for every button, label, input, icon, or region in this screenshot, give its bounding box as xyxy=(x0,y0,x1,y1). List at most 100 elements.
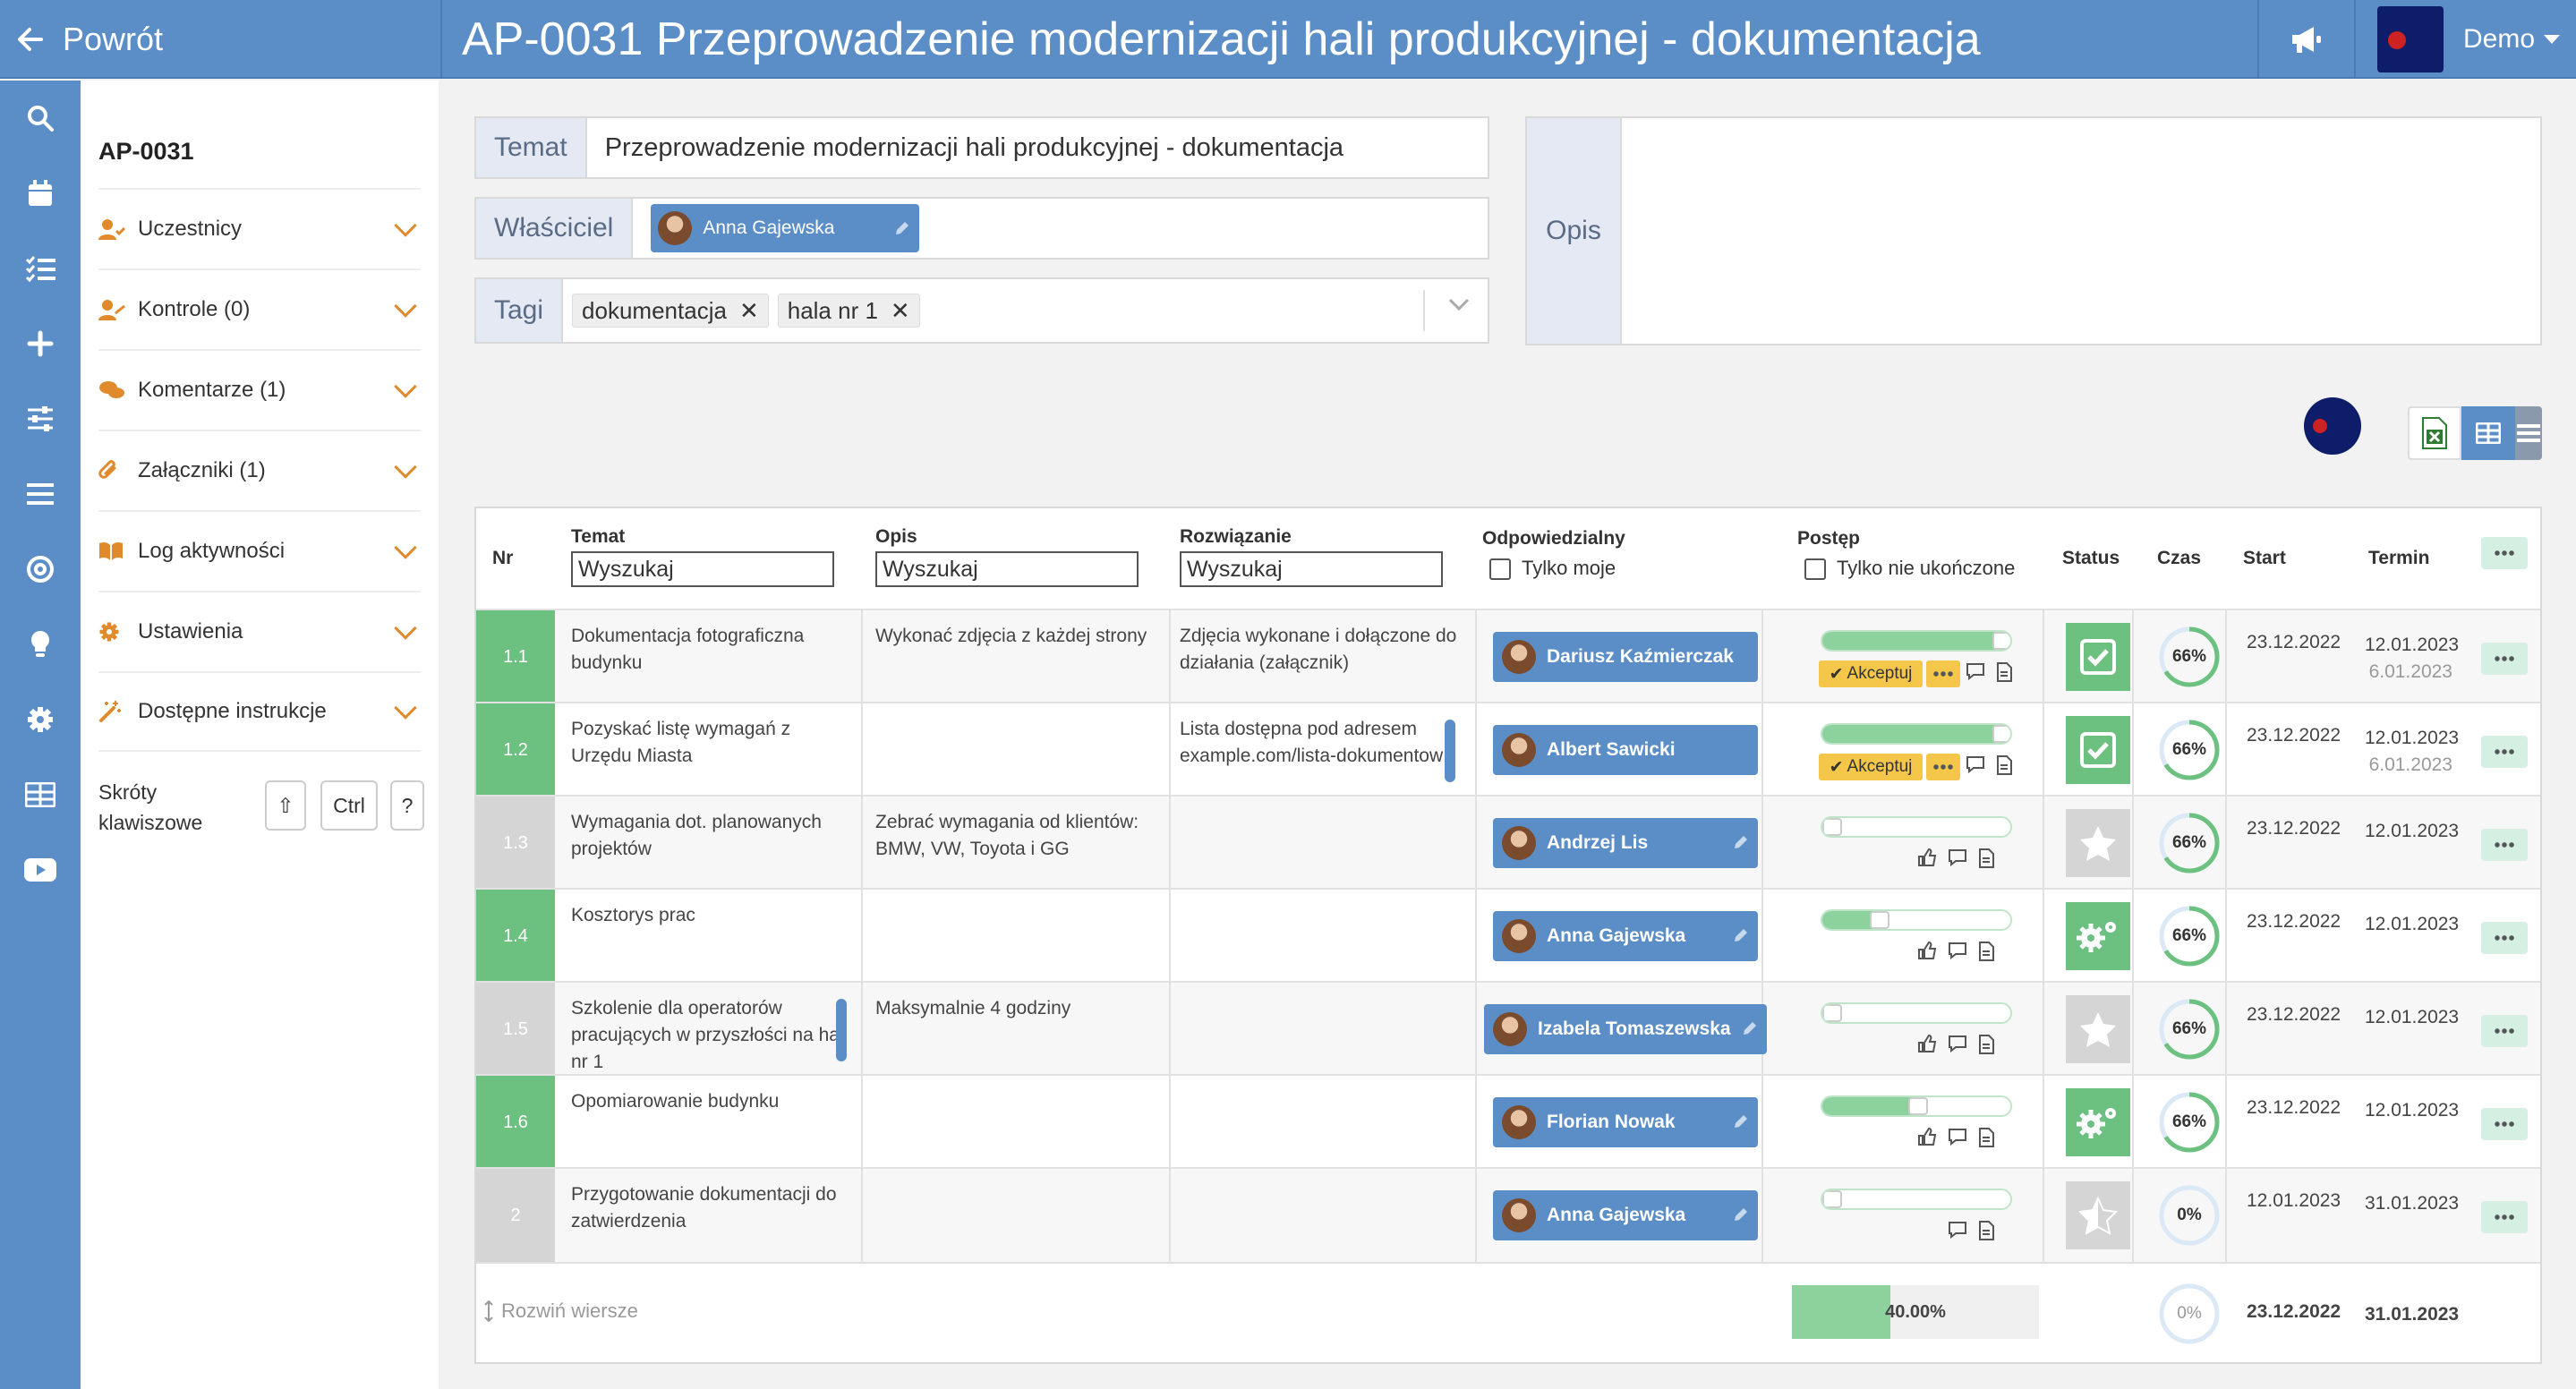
row-options-button[interactable] xyxy=(2481,1015,2528,1047)
target-nav-button[interactable] xyxy=(0,532,81,607)
tag-chip[interactable]: hala nr 1 ✕ xyxy=(777,294,920,328)
responsible-chip[interactable]: Dariusz Kaźmierczak xyxy=(1493,632,1758,682)
grid-view-button[interactable] xyxy=(2461,406,2515,460)
pencil-icon[interactable] xyxy=(1733,834,1749,850)
chat-icon[interactable] xyxy=(1966,662,1985,680)
solution-search-input[interactable] xyxy=(1180,551,1443,587)
document-icon[interactable] xyxy=(1996,755,2012,775)
thumbs-up-icon[interactable] xyxy=(1917,1128,1937,1146)
section-comments[interactable]: Komentarze (1) xyxy=(98,349,421,430)
document-icon[interactable] xyxy=(1978,848,1994,868)
list-view-button[interactable] xyxy=(2515,406,2542,460)
row-subject[interactable]: Opomiarowanie budynku xyxy=(571,1088,849,1115)
section-settings[interactable]: Ustawienia xyxy=(98,591,421,671)
pencil-icon[interactable] xyxy=(1733,1206,1749,1223)
table-nav-button[interactable] xyxy=(0,757,81,832)
responsible-chip[interactable]: Andrzej Lis xyxy=(1493,818,1758,868)
accept-button[interactable]: ✔ Akceptuj xyxy=(1819,660,1923,687)
remove-tag-icon[interactable]: ✕ xyxy=(739,297,759,325)
filters-nav-button[interactable] xyxy=(0,381,81,456)
table-row[interactable]: 2 Przygotowanie dokumentacji do zatwierdz… xyxy=(476,1167,2540,1262)
status-in-progress-button[interactable] xyxy=(2066,902,2130,970)
pencil-icon[interactable] xyxy=(1733,1113,1749,1129)
chat-icon[interactable] xyxy=(1948,1221,1967,1239)
chat-icon[interactable] xyxy=(1948,1035,1967,1052)
document-icon[interactable] xyxy=(1978,1221,1994,1240)
row-solution[interactable]: Zdjęcia wykonane i dołączone do działani… xyxy=(1180,623,1459,677)
status-done-button[interactable] xyxy=(2066,716,2130,784)
user-menu[interactable]: Demo xyxy=(2356,0,2576,79)
chat-icon[interactable] xyxy=(1948,942,1967,959)
progress-slider[interactable] xyxy=(1821,909,2012,931)
pencil-icon[interactable] xyxy=(1742,1020,1758,1036)
responsible-chip[interactable]: Anna Gajewska xyxy=(1493,1190,1758,1240)
subject-field[interactable]: Temat Przeprowadzenie modernizacji hali … xyxy=(474,116,1489,179)
tag-chip[interactable]: dokumentacja ✕ xyxy=(572,294,769,328)
status-half-button[interactable] xyxy=(2066,1181,2130,1249)
status-new-button[interactable] xyxy=(2066,995,2130,1063)
subject-value[interactable]: Przeprowadzenie modernizacji hali produk… xyxy=(587,133,1343,163)
row-options-button[interactable] xyxy=(2481,1201,2528,1233)
chat-icon[interactable] xyxy=(1948,848,1967,866)
document-icon[interactable] xyxy=(1996,662,2012,682)
owner-field[interactable]: Właściciel Anna Gajewska xyxy=(474,197,1489,260)
progress-handle[interactable] xyxy=(1992,632,2010,650)
thumbs-up-icon[interactable] xyxy=(1917,1035,1937,1052)
table-row[interactable]: 1.2 Pozyskać listę wymagań z Urzędu Miast… xyxy=(476,702,2540,797)
tags-field[interactable]: Tagi dokumentacja ✕ hala nr 1 ✕ xyxy=(474,277,1489,344)
owner-chip[interactable]: Anna Gajewska xyxy=(651,204,920,252)
video-nav-button[interactable] xyxy=(0,832,81,908)
help-key[interactable]: ? xyxy=(390,780,424,831)
ctrl-key[interactable]: Ctrl xyxy=(320,780,378,831)
row-subject[interactable]: Pozyskać listę wymagań z Urzędu Miasta xyxy=(571,716,849,770)
expand-rows-button[interactable]: Rozwiń wiersze xyxy=(483,1300,638,1323)
progress-handle[interactable] xyxy=(1870,911,1890,929)
chat-icon[interactable] xyxy=(1966,755,1985,773)
row-solution[interactable]: Lista dostępna pod adresem example.com/l… xyxy=(1180,716,1459,770)
section-activity-log[interactable]: Log aktywności xyxy=(98,510,421,591)
responsible-chip[interactable]: Izabela Tomaszewska xyxy=(1484,1004,1767,1054)
row-subject[interactable]: Przygotowanie dokumentacji do zatwierdze… xyxy=(571,1181,849,1235)
back-button[interactable]: Powrót xyxy=(0,0,442,79)
progress-handle[interactable] xyxy=(1822,1190,1842,1208)
progress-slider[interactable] xyxy=(1821,630,2012,652)
progress-slider[interactable] xyxy=(1821,1002,2012,1024)
progress-slider[interactable] xyxy=(1821,1189,2012,1210)
progress-handle[interactable] xyxy=(1822,818,1842,836)
scroll-indicator[interactable] xyxy=(1445,720,1455,782)
section-participants[interactable]: Uczestnicy xyxy=(98,188,421,268)
remove-tag-icon[interactable]: ✕ xyxy=(891,297,910,325)
progress-slider[interactable] xyxy=(1821,1095,2012,1117)
row-description[interactable]: Zebrać wymagania od klientów: BMW, VW, T… xyxy=(875,809,1155,863)
responsible-chip[interactable]: Albert Sawicki xyxy=(1493,725,1758,775)
accept-options-button[interactable] xyxy=(1926,660,1960,687)
status-done-button[interactable] xyxy=(2066,623,2130,691)
document-icon[interactable] xyxy=(1978,1128,1994,1147)
document-icon[interactable] xyxy=(1978,942,1994,961)
progress-handle[interactable] xyxy=(1992,725,2010,743)
accept-options-button[interactable] xyxy=(1926,754,1960,780)
row-options-button[interactable] xyxy=(2481,829,2528,861)
row-description[interactable]: Maksymalnie 4 godziny xyxy=(875,995,1155,1022)
tags-dropdown-toggle[interactable] xyxy=(1448,297,1470,311)
search-nav-button[interactable] xyxy=(0,81,81,156)
row-options-button[interactable] xyxy=(2481,736,2528,768)
export-excel-button[interactable] xyxy=(2408,406,2461,460)
ideas-nav-button[interactable] xyxy=(0,607,81,682)
scroll-indicator[interactable] xyxy=(836,999,847,1061)
accept-button[interactable]: ✔ Akceptuj xyxy=(1819,754,1923,780)
table-row[interactable]: 1.6 Opomiarowanie budynku Florian Nowak 66%… xyxy=(476,1074,2540,1169)
table-row[interactable]: 1.1 Dokumentacja fotograficzna budynku Wyk… xyxy=(476,609,2540,703)
only-unfinished-checkbox[interactable] xyxy=(1804,558,1826,580)
row-subject[interactable]: Dokumentacja fotograficzna budynku xyxy=(571,623,849,677)
list-nav-button[interactable] xyxy=(0,456,81,532)
table-row[interactable]: 1.5 Szkolenie dla operatorów pracujących … xyxy=(476,981,2540,1076)
chat-icon[interactable] xyxy=(1948,1128,1967,1146)
table-row[interactable]: 1.4 Kosztorys prac Anna Gajewska 66% 23.12.2… xyxy=(476,888,2540,983)
shift-key[interactable]: ⇧ xyxy=(265,780,306,831)
row-subject[interactable]: Wymagania dot. planowanych projektów xyxy=(571,809,849,863)
pencil-icon[interactable] xyxy=(1733,927,1749,943)
announcement-button[interactable] xyxy=(2257,0,2356,79)
row-options-button[interactable] xyxy=(2481,1108,2528,1140)
progress-handle[interactable] xyxy=(1822,1004,1842,1022)
